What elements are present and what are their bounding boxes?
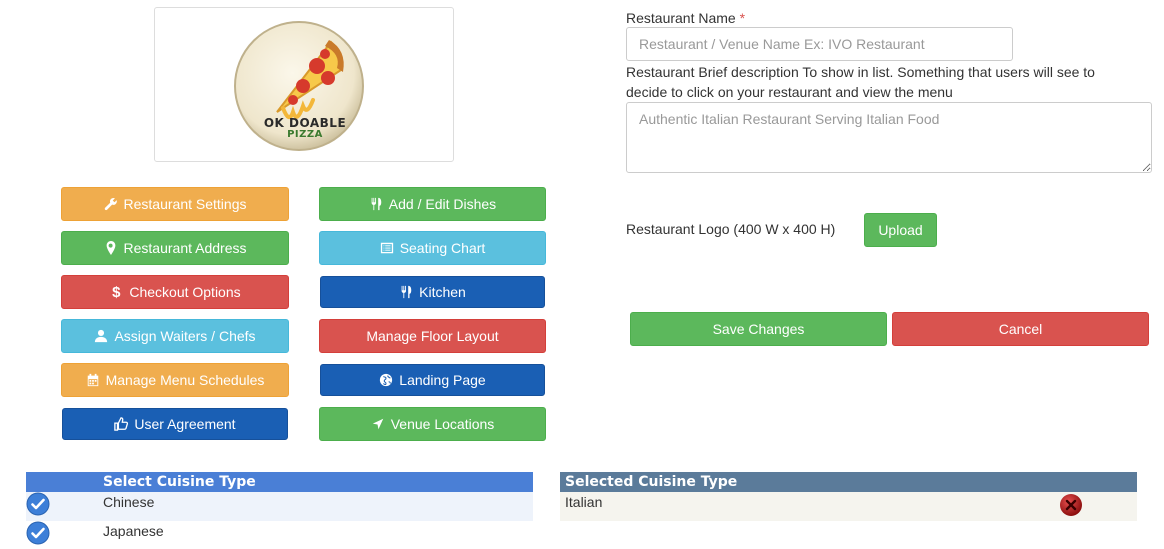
landing-page-label: Landing Page bbox=[399, 372, 486, 388]
cutlery-icon bbox=[369, 197, 383, 211]
logo-text-line1: OK DOABLE bbox=[263, 116, 347, 130]
select-cuisine-header: Select Cuisine Type bbox=[26, 472, 533, 492]
user-icon bbox=[94, 329, 108, 343]
restaurant-name-label: Restaurant Name * bbox=[626, 8, 745, 28]
required-mark: * bbox=[739, 10, 746, 26]
thumbs-up-icon bbox=[114, 417, 129, 431]
description-textarea[interactable] bbox=[626, 102, 1152, 173]
seating-chart-button[interactable]: Seating Chart bbox=[319, 231, 546, 265]
landing-page-button[interactable]: Landing Page bbox=[320, 364, 545, 396]
selected-cuisine-header-text: Selected Cuisine Type bbox=[565, 474, 738, 490]
select-cuisine-header-text: Select Cuisine Type bbox=[103, 474, 256, 490]
kitchen-label: Kitchen bbox=[419, 284, 466, 300]
restaurant-settings-label: Restaurant Settings bbox=[123, 196, 247, 212]
cuisine-row-chinese[interactable]: Chinese bbox=[26, 492, 533, 521]
globe-icon bbox=[379, 373, 393, 387]
manage-menu-schedules-label: Manage Menu Schedules bbox=[105, 372, 265, 388]
venue-locations-label: Venue Locations bbox=[390, 416, 495, 432]
location-arrow-icon bbox=[371, 417, 385, 431]
dollar-icon: $ bbox=[112, 283, 121, 301]
restaurant-address-button[interactable]: Restaurant Address bbox=[61, 231, 289, 265]
venue-locations-button[interactable]: Venue Locations bbox=[319, 407, 546, 441]
description-label-line1: Restaurant Brief description To show in … bbox=[626, 64, 1095, 80]
wrench-icon bbox=[104, 197, 118, 211]
list-alt-icon bbox=[380, 241, 394, 255]
cuisine-name: Japanese bbox=[103, 523, 164, 539]
upload-button[interactable]: Upload bbox=[864, 213, 937, 247]
restaurant-settings-button[interactable]: Restaurant Settings bbox=[61, 187, 289, 221]
selected-cuisine-header: Selected Cuisine Type bbox=[560, 472, 1137, 492]
restaurant-name-label-text: Restaurant Name bbox=[626, 10, 736, 26]
add-edit-dishes-label: Add / Edit Dishes bbox=[388, 196, 497, 212]
save-changes-button[interactable]: Save Changes bbox=[630, 312, 887, 346]
save-changes-label: Save Changes bbox=[712, 321, 805, 337]
cuisine-name: Chinese bbox=[103, 494, 155, 510]
assign-waiters-button[interactable]: Assign Waiters / Chefs bbox=[61, 319, 289, 353]
manage-floor-layout-button[interactable]: Manage Floor Layout bbox=[319, 319, 546, 353]
seating-chart-label: Seating Chart bbox=[399, 240, 486, 256]
cancel-button[interactable]: Cancel bbox=[892, 312, 1149, 346]
assign-waiters-label: Assign Waiters / Chefs bbox=[114, 328, 256, 344]
manage-floor-layout-label: Manage Floor Layout bbox=[366, 328, 499, 344]
logo-text-line2: PIZZA bbox=[287, 129, 323, 140]
cancel-label: Cancel bbox=[998, 321, 1043, 337]
map-marker-icon bbox=[104, 241, 118, 255]
user-agreement-button[interactable]: User Agreement bbox=[62, 408, 288, 440]
add-edit-dishes-button[interactable]: Add / Edit Dishes bbox=[319, 187, 546, 221]
selected-cuisine-name: Italian bbox=[565, 494, 603, 510]
checkout-options-label: Checkout Options bbox=[129, 284, 241, 300]
restaurant-address-label: Restaurant Address bbox=[123, 240, 247, 256]
calendar-icon bbox=[86, 373, 100, 387]
remove-icon[interactable] bbox=[1059, 493, 1083, 517]
manage-menu-schedules-button[interactable]: Manage Menu Schedules bbox=[61, 363, 289, 397]
cutlery-icon bbox=[399, 285, 413, 299]
restaurant-logo-panel: OK DOABLE PIZZA bbox=[154, 7, 454, 162]
check-circle-icon[interactable] bbox=[26, 492, 50, 516]
restaurant-logo-label: Restaurant Logo (400 W x 400 H) bbox=[626, 221, 836, 237]
restaurant-name-input[interactable] bbox=[626, 27, 1013, 61]
upload-label: Upload bbox=[878, 222, 923, 238]
description-label-line2: decide to click on your restaurant and v… bbox=[626, 84, 953, 100]
user-agreement-label: User Agreement bbox=[134, 416, 236, 432]
cuisine-row-japanese[interactable]: Japanese bbox=[26, 521, 533, 549]
checkout-options-button[interactable]: $ Checkout Options bbox=[61, 275, 289, 309]
check-circle-icon[interactable] bbox=[26, 521, 50, 545]
selected-cuisine-row-italian: Italian bbox=[560, 492, 1137, 521]
kitchen-button[interactable]: Kitchen bbox=[320, 276, 545, 308]
